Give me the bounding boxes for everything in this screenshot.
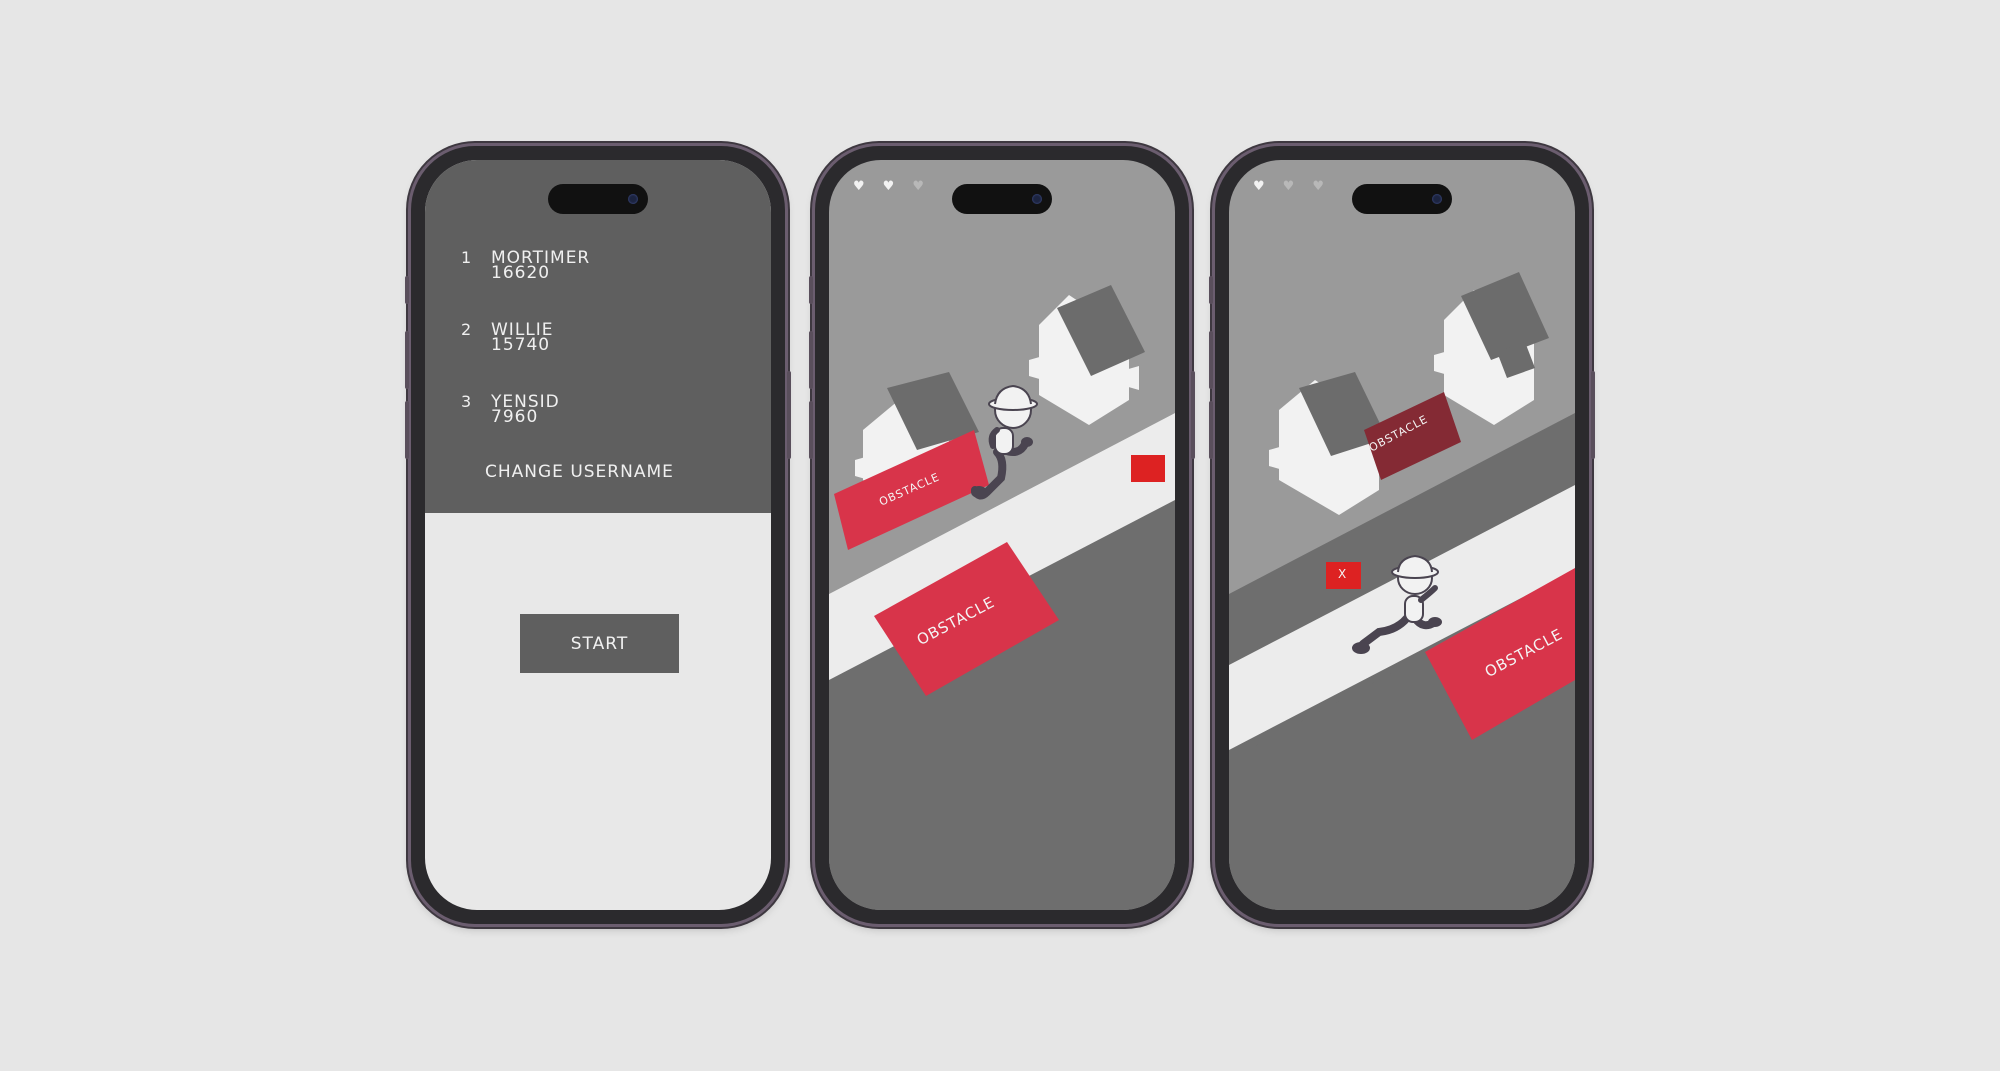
camera-icon (1032, 194, 1042, 204)
volume-down-button (809, 401, 813, 459)
volume-up-button (405, 331, 409, 389)
volume-up-button (1209, 331, 1213, 389)
dynamic-island (548, 184, 648, 214)
lives-indicator: ♥ ♥ ♥ (1253, 180, 1324, 193)
phone-game-screen-2: ♥ ♥ ♥ OBSTACLE OBSTACLE X (1209, 146, 1595, 924)
leaderboard-score: 15740 (491, 335, 551, 355)
dynamic-island (952, 184, 1052, 214)
side-button (809, 276, 813, 304)
collectible-label: X (1338, 567, 1347, 581)
dynamic-island (1352, 184, 1452, 214)
game-screen[interactable]: ♥ ♥ ♥ (1229, 160, 1575, 910)
lives-indicator: ♥ ♥ ♥ (853, 180, 924, 193)
leaderboard-rank: 1 (461, 248, 473, 267)
leaderboard-score: 7960 (491, 407, 539, 427)
volume-down-button (1209, 401, 1213, 459)
volume-up-button (809, 331, 813, 389)
phone-game-screen-1: ♥ ♥ ♥ OBSTACLE OBSTACLE (809, 146, 1195, 924)
leaderboard-score: 16620 (491, 263, 551, 283)
game-scene (1229, 160, 1575, 910)
leaderboard-rank: 3 (461, 392, 473, 411)
phone-menu-screen: 1 MORTIMER 16620 2 WILLIE 15740 3 YENSID… (405, 146, 791, 924)
side-button (1209, 276, 1213, 304)
change-username-button[interactable]: CHANGE USERNAME (485, 462, 674, 482)
leaderboard-rank: 2 (461, 320, 473, 339)
heart-empty-icon: ♥ (912, 179, 924, 194)
heart-full-icon: ♥ (1253, 179, 1265, 194)
menu-screen: 1 MORTIMER 16620 2 WILLIE 15740 3 YENSID… (425, 160, 771, 910)
collectible (1131, 455, 1165, 482)
heart-full-icon: ♥ (882, 179, 895, 194)
camera-icon (1432, 194, 1442, 204)
side-button (405, 276, 409, 304)
camera-icon (628, 194, 638, 204)
heart-empty-icon: ♥ (1282, 179, 1295, 194)
power-button (1591, 371, 1595, 459)
power-button (1191, 371, 1195, 459)
volume-down-button (405, 401, 409, 459)
power-button (787, 371, 791, 459)
heart-empty-icon: ♥ (1312, 179, 1324, 194)
game-screen[interactable]: ♥ ♥ ♥ (829, 160, 1175, 910)
game-scene (829, 160, 1175, 910)
start-button[interactable]: START (520, 614, 679, 673)
heart-full-icon: ♥ (853, 179, 865, 194)
